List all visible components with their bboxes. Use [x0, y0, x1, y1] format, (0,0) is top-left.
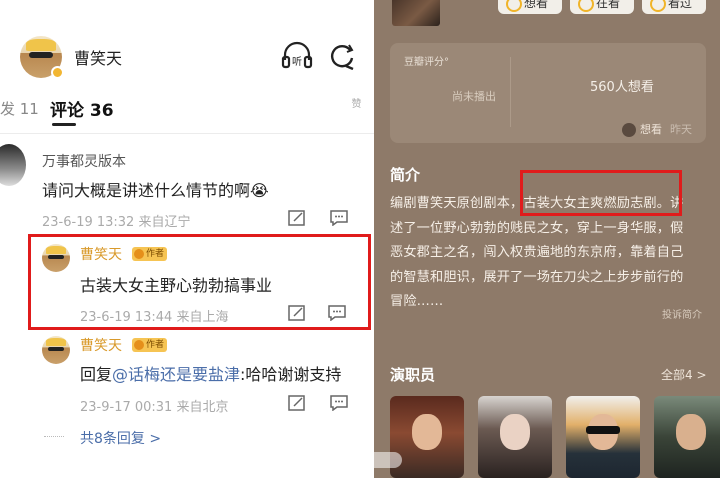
- intro-line: 的智慧和胆识，展开了一场在刀尖之上步步前行的: [390, 269, 684, 285]
- comment-avatar[interactable]: [0, 144, 26, 186]
- intro-line: 述了一位野心勃勃的贱民之女，穿上一身华服，假: [390, 220, 684, 236]
- comment-username[interactable]: 万事都灵版本: [42, 151, 126, 171]
- listen-icon[interactable]: 听: [281, 40, 313, 70]
- reply-meta: 23-6-19 13:44 来自上海: [80, 310, 229, 325]
- message-icon[interactable]: [330, 395, 348, 411]
- thread-line: [44, 436, 64, 437]
- author-tag: 作者: [132, 338, 168, 352]
- tab-comments[interactable]: 评论 36: [50, 96, 114, 121]
- cast-photo[interactable]: [478, 396, 552, 478]
- rating-label: 豆瓣评分°: [404, 57, 449, 68]
- reply-text: 回复@话梅还是要盐津:哈哈谢谢支持: [80, 361, 341, 385]
- mini-avatar: [622, 123, 636, 137]
- intro-line: 冒险……: [390, 294, 444, 309]
- svg-text:听: 听: [292, 56, 302, 68]
- edit-icon[interactable]: [288, 395, 306, 411]
- edit-icon[interactable]: [288, 305, 306, 321]
- want-time: 昨天: [670, 123, 692, 136]
- highlight-box-intro: [520, 170, 682, 216]
- rating-card: 豆瓣评分° 尚未播出 560人想看 想看 昨天: [390, 43, 706, 143]
- tabs-divider: [0, 133, 374, 134]
- reply-prefix: 回复: [80, 365, 113, 384]
- watching-button[interactable]: 在看: [570, 0, 634, 14]
- reply-meta: 23-9-17 00:31 来自北京: [80, 400, 229, 415]
- comment-tabs: 发 11 评论 36 赞: [0, 90, 374, 130]
- reply-suffix: :哈哈谢谢支持: [240, 365, 342, 384]
- rating-divider: [510, 57, 511, 127]
- comment-text: 请问大概是讲述什么情节的啊😭: [42, 181, 269, 200]
- reply-avatar[interactable]: [42, 336, 70, 364]
- intro-report-link[interactable]: 投诉简介: [662, 306, 702, 321]
- want-count: 560人想看: [590, 80, 654, 95]
- verified-badge-icon: [51, 66, 64, 79]
- want-to-watch-button[interactable]: 想看: [498, 0, 562, 14]
- want-user-label: 想看: [640, 123, 662, 136]
- cast-photo[interactable]: [654, 396, 720, 478]
- author-tag: 作者: [132, 247, 168, 261]
- cast-photo[interactable]: [390, 396, 464, 478]
- drama-poster[interactable]: [392, 0, 440, 26]
- tab-likes[interactable]: 赞: [349, 98, 362, 120]
- intro-line: 恶女郡主之名，闯入权贵遍地的东京府，靠着自己: [390, 245, 684, 260]
- edit-icon[interactable]: [288, 210, 306, 226]
- watched-button[interactable]: 看过: [642, 0, 706, 14]
- reply-avatar[interactable]: [42, 244, 70, 272]
- reply-username[interactable]: 曹笑天: [80, 244, 122, 264]
- post-header: 曹笑天 听: [0, 0, 374, 90]
- rating-value: 尚未播出: [452, 90, 496, 103]
- comments-panel: 曹笑天 听 发 11 评论 36 赞 万事都灵版本 请问大概是讲述什么情节的啊😭: [0, 0, 374, 478]
- watermark-icon: [290, 454, 302, 466]
- header-username[interactable]: 曹笑天: [74, 45, 122, 69]
- share-icon[interactable]: [328, 42, 356, 70]
- more-replies-link[interactable]: 共8条回复 >: [80, 428, 161, 448]
- tab-reposts[interactable]: 发 11: [0, 98, 39, 119]
- watermark: [306, 452, 402, 468]
- reply-text: 古装大女主野心勃勃搞事业: [80, 276, 273, 295]
- intro-title: 简介: [390, 166, 421, 184]
- message-icon[interactable]: [328, 305, 346, 321]
- cast-all-link[interactable]: 全部4 >: [661, 366, 707, 383]
- mention-link[interactable]: @话梅还是要盐津: [112, 365, 240, 384]
- comment-meta: 23-6-19 13:32 来自辽宁: [42, 215, 191, 230]
- cast-title: 演职员: [390, 366, 436, 384]
- drama-info-panel: 想看 在看 看过 豆瓣评分° 尚未播出 560人想看 想看 昨天 简介 编剧曹笑天…: [374, 0, 720, 478]
- message-icon[interactable]: [330, 210, 348, 226]
- reply-username[interactable]: 曹笑天: [80, 335, 122, 355]
- want-user: 想看 昨天: [622, 121, 692, 137]
- cast-photo[interactable]: [566, 396, 640, 478]
- active-tab-indicator: [52, 123, 76, 126]
